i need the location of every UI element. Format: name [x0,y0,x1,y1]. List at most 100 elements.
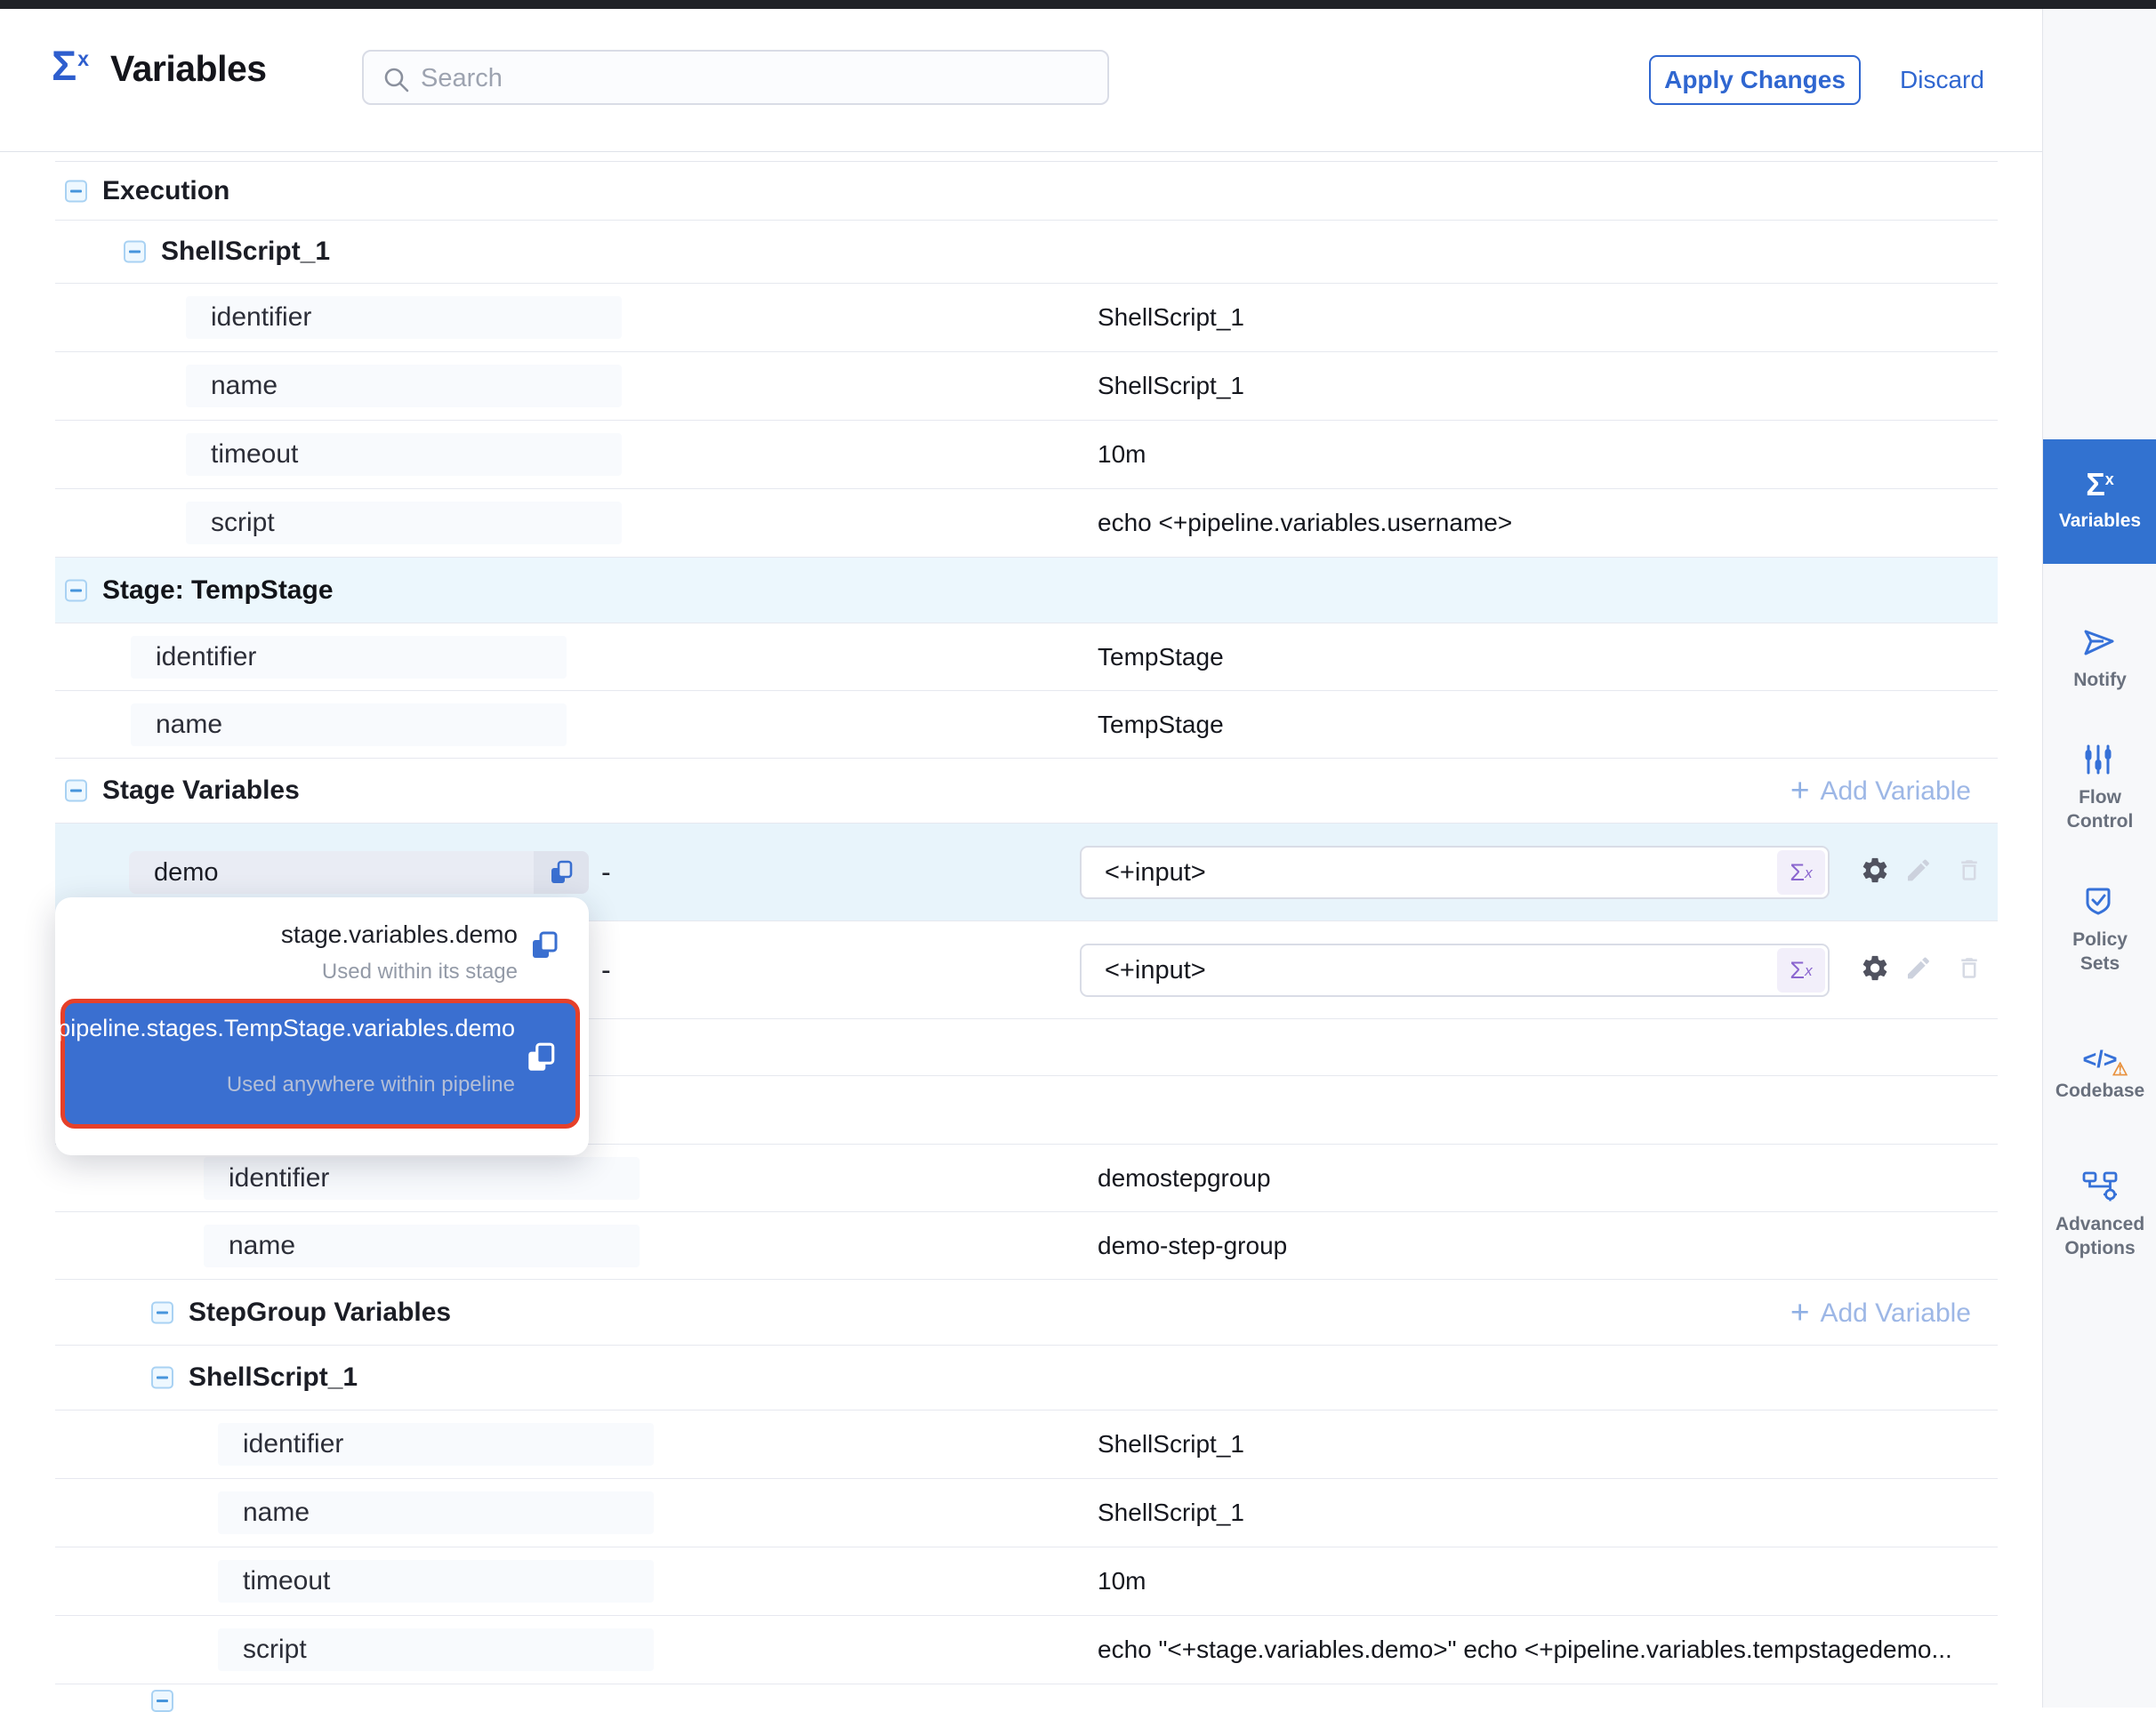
field-row: identifierTempStage [55,623,1998,691]
popup-option-stage-scope[interactable]: stage.variables.demo Used within its sta… [55,906,589,995]
sidebar-item-label: Flow Control [2054,785,2146,833]
collapse-icon[interactable] [65,579,87,601]
node-label: StepGroup Variables [189,1298,451,1328]
field-value: ShellScript_1 [1098,372,1244,400]
sliders-icon [2082,743,2118,776]
flowchart-gear-icon [2082,1170,2118,1202]
apply-changes-button[interactable]: Apply Changes [1649,55,1861,105]
tree-node-row: Stage: TempStage [55,558,1998,623]
variable-copy-popup: stage.variables.demo Used within its sta… [55,897,589,1155]
variable-value-input[interactable]: <+input>Σx [1080,944,1830,997]
option-path: pipeline.stages.TempStage.variables.demo [57,1015,515,1042]
field-value: demo-step-group [1098,1232,1287,1260]
sigma-x-icon: Σx [2086,466,2114,503]
field-row: scriptecho "<+stage.variables.demo>" ech… [55,1616,1998,1684]
copy-button[interactable] [534,851,589,894]
variable-type-dash: - [601,856,611,888]
plus-icon: + [1790,1294,1810,1330]
collapse-icon[interactable] [151,1367,173,1389]
field-value: ShellScript_1 [1098,1430,1244,1459]
gear-icon[interactable] [1860,855,1890,889]
sidebar-item-codebase[interactable]: </>⚠ Codebase [2043,1042,2156,1128]
field-label: timeout [243,1560,330,1603]
tree-node-row: Stage Variables+Add Variable [55,759,1998,824]
variable-name-pill[interactable]: demo [129,851,589,894]
node-label: ShellScript_1 [161,237,330,267]
option-scope: Used within its stage [322,960,518,985]
option-path: stage.variables.demo [281,920,518,949]
node-label: Stage: TempStage [102,575,334,606]
sidebar-item-advanced-options[interactable]: Advanced Options [2043,1167,2156,1279]
tree-node-row: ShellScript_1 [55,1346,1998,1411]
field-label: name [229,1225,295,1267]
collapse-icon[interactable] [65,780,87,802]
sidebar-item-label: Policy Sets [2054,928,2146,976]
node-label: Execution [102,176,229,206]
field-row: timeout 10m [55,1547,1998,1616]
warning-icon: ⚠ [2112,1058,2128,1081]
tree-node-row: Execution [55,162,1998,221]
variable-name-text: demo [154,851,534,894]
field-label: name [243,1491,310,1534]
shield-check-icon [2082,886,2118,918]
field-label: script [211,502,275,544]
gear-icon [1860,952,1890,983]
sidebar-item-policy-sets[interactable]: Policy Sets [2043,882,2156,994]
field-row: nameTempStage [55,691,1998,759]
field-label: script [243,1628,307,1671]
collapse-icon[interactable] [124,241,146,263]
trash-icon[interactable] [1956,856,1983,888]
discard-button[interactable]: Discard [1900,55,1984,105]
field-row: identifierShellScript_1 [55,1411,1998,1479]
add-variable-button[interactable]: +Add Variable [1790,1294,1971,1331]
sidebar-item-label: Variables [2054,509,2146,533]
field-label: identifier [229,1157,329,1200]
pencil-icon [1904,953,1933,982]
field-row: nameShellScript_1 [55,1479,1998,1547]
copy-icon[interactable] [528,929,560,966]
sidebar-item-label: Notify [2054,668,2146,692]
field-label: name [211,365,278,407]
tree-node-row: ShellScript_1 [55,221,1998,284]
window-top-bar [0,0,2156,9]
sidebar-item-label: Codebase [2054,1079,2146,1103]
pencil-icon[interactable] [1904,953,1933,986]
copy-icon [548,859,575,886]
sliders-icon [2082,743,2118,780]
sidebar-item-flow-control[interactable]: Flow Control [2043,740,2156,852]
tree-node-row: StepGroup Variables +Add Variable [55,1280,1998,1346]
copy-icon[interactable] [524,1041,558,1079]
field-label: timeout [211,433,298,476]
popup-option-pipeline-scope-selected[interactable]: pipeline.stages.TempStage.variables.demo… [60,999,580,1129]
plus-icon: + [1790,772,1810,808]
field-value: 10m [1098,1567,1146,1595]
field-value: demostepgroup [1098,1164,1271,1193]
collapse-icon[interactable] [151,1690,173,1712]
sidebar-item-variables[interactable]: Σx Variables [2043,439,2156,564]
expression-toggle-button[interactable]: Σx [1777,850,1825,895]
sidebar-item-notify[interactable]: Notify [2043,623,2156,708]
field-value: echo <+pipeline.variables.username> [1098,509,1512,537]
field-row: script echo <+pipeline.variables.username… [55,489,1998,558]
field-row: name demo-step-group [55,1212,1998,1280]
shield-check-icon [2082,886,2118,922]
search-input[interactable] [419,52,1090,105]
pencil-icon[interactable] [1904,856,1933,888]
variables-panel-header: Σx Variables Apply Changes Discard [0,9,2042,152]
variable-value-input[interactable]: <+input> Σx [1080,846,1830,899]
field-value: TempStage [1098,711,1224,739]
gear-icon[interactable] [1860,952,1890,987]
collapse-icon[interactable] [65,180,87,202]
input-value-text: <+input> [1105,848,1206,897]
search-box[interactable] [362,50,1109,105]
expression-toggle-button[interactable]: Σx [1777,948,1825,993]
field-value: ShellScript_1 [1098,303,1244,332]
trash-icon[interactable] [1956,954,1983,985]
code-warning-icon: </>⚠ [2082,1046,2117,1073]
trash-icon [1956,856,1983,883]
right-icon-rail: Σx Variables Notify Flow Control Policy Sets… [2042,9,2156,1708]
add-variable-button[interactable]: +Add Variable [1790,772,1971,809]
collapse-icon[interactable] [151,1301,173,1323]
trash-icon [1956,954,1983,981]
spacer-row [55,1684,1998,1708]
